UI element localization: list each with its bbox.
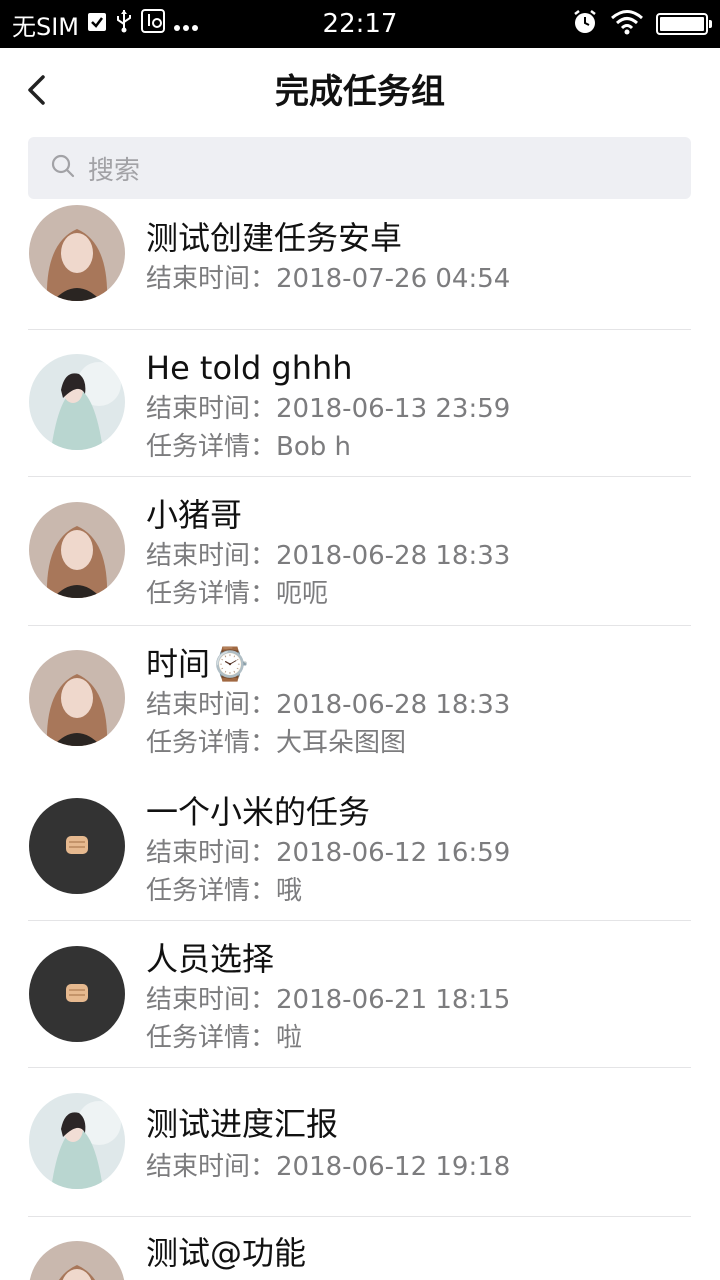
list-item[interactable]: 测试进度汇报 结束时间：2018-06-12 19:18: [0, 1068, 720, 1217]
task-end-time: 结束时间：2018-06-13 23:59: [146, 392, 510, 426]
task-title: 测试@功能: [146, 1234, 307, 1272]
avatar: [29, 650, 125, 746]
list-item[interactable]: 一个小米的任务 结束时间：2018-06-12 16:59 任务详情：哦: [0, 774, 720, 921]
wifi-icon: [610, 9, 644, 39]
end-time-value: 2018-06-28 18:33: [276, 690, 511, 720]
task-title: 时间⌚: [146, 645, 250, 683]
detail-label: 任务详情：: [146, 876, 277, 906]
search-placeholder: 搜索: [88, 155, 141, 186]
list-item[interactable]: 时间⌚ 结束时间：2018-06-28 18:33 任务详情：大耳朵图图: [0, 626, 720, 774]
detail-label: 任务详情：: [146, 432, 277, 462]
list-item[interactable]: 小猪哥 结束时间：2018-06-28 18:33 任务详情：呃呃: [0, 477, 720, 626]
back-button[interactable]: [14, 70, 58, 114]
task-title: 人员选择: [146, 940, 275, 978]
end-time-label: 结束时间：: [146, 690, 277, 720]
page-title: 完成任务组: [275, 72, 445, 112]
end-time-value: 2018-06-12 16:59: [276, 838, 511, 868]
detail-label: 任务详情：: [146, 579, 277, 609]
end-time-label: 结束时间：: [146, 541, 277, 571]
avatar: [29, 1241, 125, 1280]
task-end-time: 结束时间：2018-06-12 19:18: [146, 1150, 510, 1184]
battery-icon: [656, 13, 712, 35]
task-title: 测试进度汇报: [146, 1105, 339, 1143]
avatar: [29, 502, 125, 598]
detail-value: 呃呃: [276, 579, 329, 609]
avatar: [29, 354, 125, 450]
detail-value: Bob h: [276, 432, 352, 462]
search-input[interactable]: 搜索: [28, 137, 691, 199]
chevron-left-icon: [25, 74, 47, 110]
detail-value: 啦: [276, 1023, 303, 1053]
carrier-label: 无SIM: [12, 12, 80, 41]
list-item[interactable]: 测试@功能: [0, 1217, 720, 1280]
task-title: He told ghhh: [146, 349, 353, 387]
task-detail: 任务详情：大耳朵图图: [146, 726, 406, 760]
task-detail: 任务详情：呃呃: [146, 577, 328, 611]
detail-value: 哦: [276, 876, 303, 906]
avatar: [29, 205, 125, 301]
status-right: [572, 9, 712, 39]
status-bar: 无SIM 22:17: [0, 0, 720, 48]
task-title: 一个小米的任务: [146, 793, 371, 831]
alarm-icon: [572, 9, 598, 39]
end-time-value: 2018-06-21 18:15: [276, 985, 511, 1015]
checkbox-icon: [87, 10, 107, 38]
avatar: [29, 946, 125, 1042]
end-time-label: 结束时间：: [146, 985, 277, 1015]
end-time-label: 结束时间：: [146, 838, 277, 868]
list-item[interactable]: 人员选择 结束时间：2018-06-21 18:15 任务详情：啦: [0, 921, 720, 1068]
more-dots-icon: [173, 10, 199, 38]
task-end-time: 结束时间：2018-06-12 16:59: [146, 836, 510, 870]
end-time-value: 2018-06-12 19:18: [276, 1152, 511, 1182]
end-time-label: 结束时间：: [146, 1152, 277, 1182]
task-title: 小猪哥: [146, 496, 243, 534]
task-end-time: 结束时间：2018-06-21 18:15: [146, 983, 510, 1017]
search-icon: [50, 153, 76, 183]
list-item[interactable]: 测试创建任务安卓 结束时间：2018-07-26 04:54: [0, 200, 720, 330]
task-end-time: 结束时间：2018-06-28 18:33: [146, 539, 510, 573]
task-end-time: 结束时间：2018-06-28 18:33: [146, 688, 510, 722]
end-time-value: 2018-06-28 18:33: [276, 541, 511, 571]
end-time-label: 结束时间：: [146, 394, 277, 424]
end-time-value: 2018-07-26 04:54: [276, 264, 511, 294]
detail-label: 任务详情：: [146, 1023, 277, 1053]
end-time-label: 结束时间：: [146, 264, 277, 294]
usb-settings-icon: [141, 9, 166, 39]
task-list: 测试创建任务安卓 结束时间：2018-07-26 04:54 He told g…: [0, 200, 720, 1280]
task-detail: 任务详情：啦: [146, 1021, 302, 1055]
detail-value: 大耳朵图图: [276, 728, 407, 758]
list-item[interactable]: He told ghhh 结束时间：2018-06-13 23:59 任务详情：…: [0, 330, 720, 477]
status-left: 无SIM: [12, 7, 199, 42]
task-title: 测试创建任务安卓: [146, 219, 403, 257]
avatar: [29, 1093, 125, 1189]
nav-bar: 完成任务组: [0, 48, 720, 136]
detail-label: 任务详情：: [146, 728, 277, 758]
end-time-value: 2018-06-13 23:59: [276, 394, 511, 424]
task-detail: 任务详情：哦: [146, 874, 302, 908]
task-detail: 任务详情：Bob h: [146, 430, 351, 464]
task-end-time: 结束时间：2018-07-26 04:54: [146, 262, 510, 296]
avatar: [29, 798, 125, 894]
usb-icon: [115, 9, 133, 39]
